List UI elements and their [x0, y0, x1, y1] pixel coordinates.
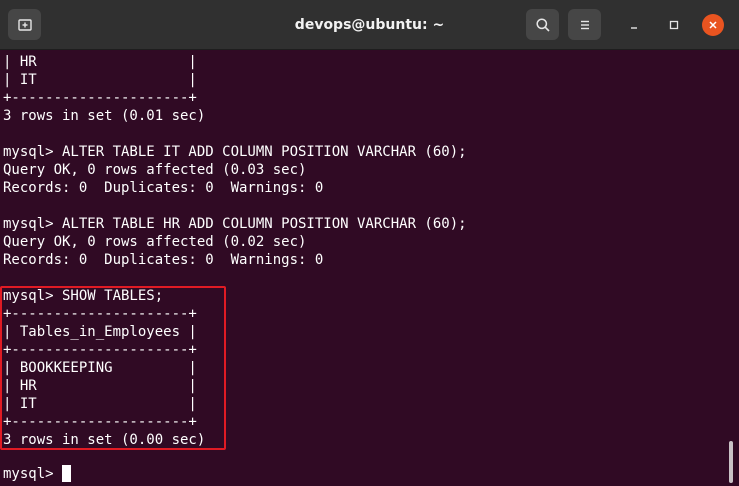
minimize-icon — [631, 27, 637, 29]
terminal-line: Query OK, 0 rows affected (0.03 sec) — [3, 162, 307, 178]
maximize-button[interactable] — [663, 14, 685, 36]
show-tables-highlight-box — [0, 286, 226, 450]
new-tab-button[interactable] — [8, 9, 41, 40]
terminal-line: mysql> ALTER TABLE IT ADD COLUMN POSITIO… — [3, 144, 467, 160]
terminal-line: 3 rows in set (0.01 sec) — [3, 108, 206, 124]
scrollbar[interactable] — [729, 441, 733, 483]
terminal-output[interactable]: | HR | | IT | +---------------------+ 3 … — [0, 50, 739, 486]
minimize-button[interactable] — [623, 14, 645, 36]
title-bar: devops@ubuntu: ~ — [0, 0, 739, 50]
prompt-text: mysql> — [3, 466, 63, 482]
terminal-line: Query OK, 0 rows affected (0.02 sec) — [3, 234, 307, 250]
terminal-line: Records: 0 Duplicates: 0 Warnings: 0 — [3, 180, 324, 196]
terminal-line: | IT | — [3, 72, 197, 88]
maximize-icon — [669, 20, 679, 30]
terminal-line: | HR | — [3, 54, 197, 70]
search-button[interactable] — [526, 9, 559, 40]
terminal-line: Records: 0 Duplicates: 0 Warnings: 0 — [3, 252, 324, 268]
terminal-window: devops@ubuntu: ~ | HR | | IT | +--------… — [0, 0, 739, 486]
close-icon — [709, 21, 717, 29]
terminal-line: mysql> ALTER TABLE HR ADD COLUMN POSITIO… — [3, 216, 467, 232]
new-tab-icon — [17, 18, 32, 31]
close-button[interactable] — [702, 14, 724, 36]
terminal-line: +---------------------+ — [3, 90, 197, 106]
menu-button[interactable] — [568, 9, 601, 40]
hamburger-menu-icon — [580, 20, 589, 29]
text-cursor — [62, 465, 72, 482]
terminal-prompt-line[interactable]: mysql> — [3, 465, 72, 483]
search-icon — [535, 17, 550, 32]
